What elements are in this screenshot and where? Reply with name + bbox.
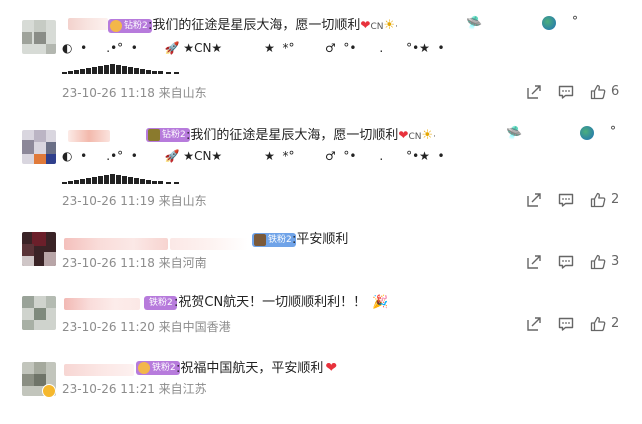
comment-button[interactable]: [558, 84, 576, 102]
comment-icon: [558, 317, 574, 331]
comment-icon: [558, 85, 574, 99]
like-count: 2: [611, 192, 620, 207]
username[interactable]: [64, 238, 168, 250]
like-count: 3: [611, 254, 620, 269]
comment-text: :我们的征途是星辰大海，愿一切顺利❤CN☀·: [148, 18, 399, 33]
ufo-icon: 🛸: [466, 16, 483, 31]
like-icon: [590, 254, 606, 270]
username-extra: [170, 238, 248, 250]
fan-badge: 铁粉2: [144, 296, 177, 310]
username[interactable]: [64, 364, 134, 376]
like-icon: [590, 192, 606, 208]
timestamp-location: 23-10-26 11:19 来自山东: [62, 194, 207, 208]
badge-icon: [110, 20, 122, 32]
share-button[interactable]: [526, 84, 544, 102]
decorative-line: ◐ • .•° • 🚀 ★CN★ ★ *° ♂ °• . °•★ •: [62, 41, 445, 55]
like-button[interactable]: [590, 316, 608, 334]
fan-badge: 铁粉2: [136, 361, 180, 375]
comment-button[interactable]: [558, 192, 576, 210]
comment-icon: [558, 255, 574, 269]
share-button[interactable]: [526, 192, 544, 210]
share-button[interactable]: [526, 316, 544, 334]
share-icon: [527, 193, 541, 207]
comment-item: 钻粉2 :我们的征途是星辰大海，愿一切顺利❤CN☀· 🛸 ° ◐ • .•° •…: [0, 0, 642, 112]
comment-text: :祝福中国航天，平安顺利 ❤: [176, 360, 338, 376]
badge-icon: [254, 234, 266, 246]
comment-item: 钻粉2 :我们的征途是星辰大海，愿一切顺利❤CN☀· 🛸 ° ◐ • .•° •…: [0, 112, 642, 220]
badge-icon: [148, 129, 160, 141]
like-icon: [590, 84, 606, 100]
heart-icon: ❤: [325, 360, 338, 376]
timestamp-location: 23-10-26 11:20 来自中国香港: [62, 320, 231, 334]
comment-item: 铁粉2 :祝福中国航天，平安顺利 ❤ 23-10-26 11:21 来自江苏: [0, 350, 642, 424]
sun-icon: ☀: [383, 18, 396, 33]
heart-icon: ❤: [360, 18, 371, 32]
heart-icon: ❤: [398, 128, 409, 142]
like-icon: [590, 316, 606, 332]
comment-text: :我们的征途是星辰大海，愿一切顺利❤CN☀·: [186, 128, 437, 143]
signal-bars: [62, 64, 182, 74]
timestamp-location: 23-10-26 11:18 来自山东: [62, 86, 207, 100]
timestamp-location: 23-10-26 11:18 来自河南: [62, 256, 207, 270]
share-icon: [527, 255, 541, 269]
avatar[interactable]: [22, 296, 56, 330]
share-icon: [527, 85, 541, 99]
comment-text: :祝贺CN航天！一切顺顺利利！！ 🎉: [174, 295, 389, 310]
earth-icon: [580, 126, 594, 140]
like-button[interactable]: [590, 254, 608, 272]
username[interactable]: [68, 18, 108, 30]
avatar[interactable]: [22, 20, 56, 54]
fan-badge: 钻粉2: [146, 128, 190, 142]
verified-badge: [42, 384, 56, 398]
avatar[interactable]: [22, 232, 56, 266]
timestamp-location: 23-10-26 11:21 来自江苏: [62, 382, 207, 396]
comment-button[interactable]: [558, 254, 576, 272]
like-count: 2: [611, 316, 620, 331]
comment-button[interactable]: [558, 316, 576, 334]
username[interactable]: [68, 130, 110, 142]
badge-icon: [138, 362, 150, 374]
username[interactable]: [64, 298, 140, 310]
comment-text: :平安顺利: [292, 232, 349, 247]
like-button[interactable]: [590, 84, 608, 102]
share-icon: [527, 317, 541, 331]
avatar[interactable]: [22, 130, 56, 164]
party-icon: 🎉: [372, 295, 389, 310]
sun-icon: ☀: [421, 128, 434, 143]
comment-item: 铁粉2 :祝贺CN航天！一切顺顺利利！！ 🎉 23-10-26 11:20 来自中…: [0, 284, 642, 350]
comment-item: 铁粉2 :平安顺利 23-10-26 11:18 来自河南 3: [0, 220, 642, 284]
decorative-line: ◐ • .•° • 🚀 ★CN★ ★ *° ♂ °• . °•★ •: [62, 149, 445, 163]
fan-badge: 钻粉2: [108, 19, 152, 33]
comment-icon: [558, 193, 574, 207]
share-button[interactable]: [526, 254, 544, 272]
like-count: 6: [611, 84, 620, 99]
ufo-icon: 🛸: [506, 126, 523, 141]
fan-badge: 铁粉2: [252, 233, 296, 247]
earth-icon: [542, 16, 556, 30]
signal-bars: [62, 174, 182, 184]
like-button[interactable]: [590, 192, 608, 210]
